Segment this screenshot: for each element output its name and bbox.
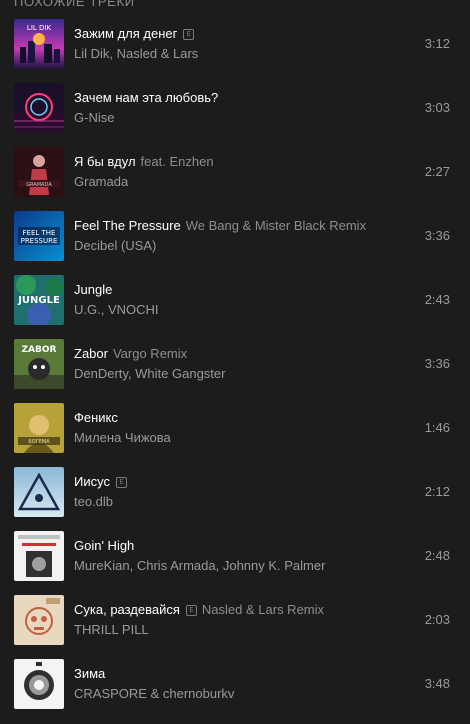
explicit-badge: E (115, 476, 127, 488)
track-version: Nasled & Lars Remix (201, 602, 325, 617)
white-poster-cover-art[interactable] (14, 531, 64, 581)
track-meta: Я бы вдул feat. Enzhen Gramada (74, 153, 410, 191)
track-meta: Зачем нам эта любовь? G-Nise (74, 89, 410, 127)
track-row[interactable]: JUNGLE Jungle U.G., VNOCHI 2:43 (0, 268, 470, 332)
track-row[interactable]: Зачем нам эта любовь? G-Nise 3:03 (0, 76, 470, 140)
track-duration: 2:43 (424, 292, 450, 307)
explicit-badge: E (185, 604, 197, 616)
track-duration: 2:27 (424, 164, 450, 179)
track-meta: Zabor Vargo Remix DenDerty, White Gangst… (74, 345, 410, 383)
track-meta: Феникс Милена Чижова (74, 409, 410, 447)
track-version: feat. Enzhen (140, 154, 214, 169)
track-title[interactable]: Я бы вдул (74, 153, 136, 171)
track-meta: Goin' High MureKian, Chris Armada, Johnn… (74, 537, 410, 575)
track-title[interactable]: Иисус (74, 473, 110, 491)
track-duration: 2:12 (424, 484, 450, 499)
track-version: Vargo Remix (112, 346, 188, 361)
track-artists[interactable]: Gramada (74, 173, 410, 191)
track-title[interactable]: Зима (74, 665, 105, 683)
figure-red-cover-art[interactable]: GRAMADA (14, 147, 64, 197)
track-artists[interactable]: THRILL PILL (74, 621, 410, 639)
track-meta: Jungle U.G., VNOCHI (74, 281, 410, 319)
track-title[interactable]: Феникс (74, 409, 118, 427)
track-artists[interactable]: U.G., VNOCHI (74, 301, 410, 319)
track-row[interactable]: Сука, раздевайся E Nasled & Lars Remix T… (0, 588, 470, 652)
track-artists[interactable]: DenDerty, White Gangster (74, 365, 410, 383)
track-artists[interactable]: G-Nise (74, 109, 410, 127)
svg-text:FEEL THE: FEEL THE (23, 229, 56, 237)
track-version: We Bang & Mister Black Remix (185, 218, 367, 233)
track-artists[interactable]: Милена Чижова (74, 429, 410, 447)
track-row[interactable]: LIL DIK Зажим для денег E Lil Dik, Nasle… (0, 12, 470, 76)
track-artists[interactable]: Decibel (USA) (74, 237, 410, 255)
track-meta: Feel The Pressure We Bang & Mister Black… (74, 217, 410, 255)
track-meta: Зима CRASPORE & chernoburkv (74, 665, 410, 703)
track-duration: 3:36 (424, 228, 450, 243)
track-title[interactable]: Зажим для денег (74, 25, 177, 43)
neon-city-cover-art[interactable]: LIL DIK (14, 19, 64, 69)
track-list: LIL DIK Зажим для денег E Lil Dik, Nasle… (0, 12, 470, 716)
track-title[interactable]: Зачем нам эта любовь? (74, 89, 218, 107)
track-duration: 3:48 (424, 676, 450, 691)
track-row[interactable]: GRAMADA Я бы вдул feat. Enzhen Gramada 2… (0, 140, 470, 204)
track-row[interactable]: Goin' High MureKian, Chris Armada, Johnn… (0, 524, 470, 588)
track-title[interactable]: Zabor (74, 345, 108, 363)
green-character-cover-art[interactable]: ZABOR (14, 339, 64, 389)
blue-text-cover-art[interactable]: FEEL THE PRESSURE (14, 211, 64, 261)
svg-text:GRAMADA: GRAMADA (26, 182, 52, 188)
track-row[interactable]: ZABOR Zabor Vargo Remix DenDerty, White … (0, 332, 470, 396)
ring-cover-art[interactable] (14, 659, 64, 709)
track-artists[interactable]: Lil Dik, Nasled & Lars (74, 45, 410, 63)
neon-circle-cover-art[interactable] (14, 83, 64, 133)
track-duration: 1:46 (424, 420, 450, 435)
track-row[interactable]: Зима CRASPORE & chernoburkv 3:48 (0, 652, 470, 716)
track-duration: 3:03 (424, 100, 450, 115)
svg-text:JUNGLE: JUNGLE (17, 295, 60, 306)
track-meta: Зажим для денег E Lil Dik, Nasled & Lars (74, 25, 410, 63)
triangle-eye-cover-art[interactable] (14, 467, 64, 517)
svg-text:БОГЕМА: БОГЕМА (28, 439, 50, 445)
similar-tracks-panel: Похожие треки LIL DIK Зажим для денег (0, 0, 470, 724)
track-artists[interactable]: CRASPORE & chernoburkv (74, 685, 410, 703)
track-title[interactable]: Goin' High (74, 537, 134, 555)
track-row[interactable]: БОГЕМА Феникс Милена Чижова 1:46 (0, 396, 470, 460)
explicit-badge: E (183, 28, 195, 40)
track-duration: 3:36 (424, 356, 450, 371)
track-artists[interactable]: MureKian, Chris Armada, Johnny K. Palmer (74, 557, 410, 575)
track-title[interactable]: Сука, раздевайся (74, 601, 180, 619)
track-duration: 2:48 (424, 548, 450, 563)
track-meta: Иисус E teo.dlb (74, 473, 410, 511)
track-meta: Сука, раздевайся E Nasled & Lars Remix T… (74, 601, 410, 639)
track-row[interactable]: Иисус E teo.dlb 2:12 (0, 460, 470, 524)
section-title: Похожие треки (14, 0, 135, 9)
skull-cover-art[interactable] (14, 595, 64, 645)
svg-text:ZABOR: ZABOR (22, 345, 57, 355)
gold-portrait-cover-art[interactable]: БОГЕМА (14, 403, 64, 453)
track-title[interactable]: Jungle (74, 281, 112, 299)
svg-text:PRESSURE: PRESSURE (21, 237, 58, 245)
track-row[interactable]: FEEL THE PRESSURE Feel The Pressure We B… (0, 204, 470, 268)
track-title[interactable]: Feel The Pressure (74, 217, 181, 235)
jungle-cover-art[interactable]: JUNGLE (14, 275, 64, 325)
track-duration: 3:12 (424, 36, 450, 51)
track-duration: 2:03 (424, 612, 450, 627)
svg-text:LIL DIK: LIL DIK (27, 24, 52, 32)
track-artists[interactable]: teo.dlb (74, 493, 410, 511)
